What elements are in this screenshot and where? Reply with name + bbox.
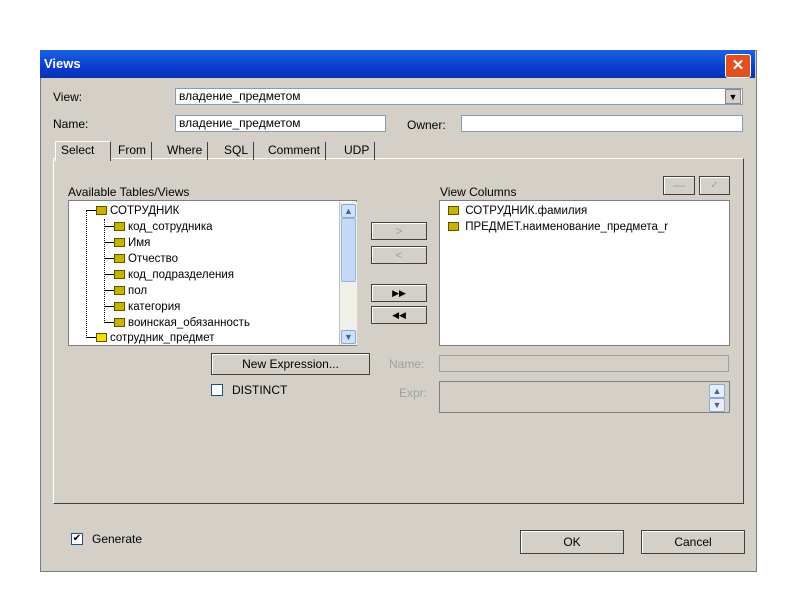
close-icon: ✕ (731, 57, 745, 74)
column-icon (114, 318, 125, 328)
name-field-value: владение_предметом (179, 116, 301, 130)
scroll-down-icon[interactable]: ▼ (709, 398, 725, 412)
expr-name-label: Name: (389, 357, 425, 371)
dialog-title: Views (44, 56, 81, 71)
column-icon (114, 286, 125, 296)
add-all-button[interactable]: ▶▶ (371, 284, 427, 302)
generate-checkbox[interactable]: ✔ (71, 533, 83, 545)
view-select[interactable]: владение_предметом (175, 88, 743, 105)
table-icon (96, 333, 107, 343)
available-tables-tree[interactable]: СОТРУДНИК код_сотрудника Имя Отчество ко… (68, 200, 357, 346)
tree-line (86, 210, 88, 338)
tree-item-field[interactable]: пол (104, 283, 147, 299)
tree-item-field[interactable]: воинская_обязанность (104, 315, 250, 331)
view-select-value: владение_предметом (179, 89, 301, 103)
list-item[interactable]: СОТРУДНИК.фамилия (448, 203, 587, 219)
owner-field[interactable] (461, 115, 743, 132)
tree-item-field[interactable]: Имя (104, 235, 150, 251)
expr-name-field[interactable] (439, 355, 729, 372)
close-button[interactable]: ✕ (725, 54, 751, 78)
tree-item-sotrudnik[interactable]: СОТРУДНИК (86, 203, 179, 219)
chevron-down-icon[interactable]: ▼ (725, 89, 741, 104)
move-down-button[interactable]: ✓ (699, 176, 730, 195)
tab-udp[interactable]: UDP (339, 142, 376, 160)
distinct-checkbox[interactable] (211, 384, 223, 396)
name-field[interactable]: владение_предметом (175, 115, 386, 132)
expr-label: Expr: (399, 386, 428, 400)
tree-item-field[interactable]: Отчество (104, 251, 178, 267)
column-icon (448, 222, 459, 232)
available-scrollbar[interactable]: ▲ ▼ (339, 202, 357, 345)
tab-from[interactable]: From (113, 142, 152, 160)
column-icon (448, 206, 459, 216)
tree-item-field[interactable]: категория (104, 299, 180, 315)
distinct-label: DISTINCT (232, 383, 288, 397)
check-icon: ✔ (72, 533, 82, 544)
list-item[interactable]: ПРЕДМЕТ.наименование_предмета_r (448, 219, 668, 235)
scroll-down-icon[interactable]: ▼ (341, 330, 356, 344)
title-bar[interactable] (40, 50, 755, 78)
tab-where[interactable]: Where (162, 142, 209, 160)
column-icon (114, 302, 125, 312)
add-column-button[interactable]: > (371, 222, 427, 240)
scroll-up-icon[interactable]: ▲ (341, 204, 356, 218)
view-columns-label: View Columns (440, 185, 517, 199)
table-icon (96, 206, 107, 216)
available-tables-label: Available Tables/Views (68, 185, 190, 199)
scroll-up-icon[interactable]: ▲ (709, 384, 725, 398)
column-icon (114, 270, 125, 280)
tree-item-field[interactable]: код_сотрудника (104, 219, 213, 235)
column-icon (114, 238, 125, 248)
ok-button[interactable]: OK (520, 530, 624, 554)
scroll-thumb[interactable] (341, 218, 356, 282)
name-label: Name: (53, 117, 89, 131)
tree-item-sotrudnik-predmet[interactable]: сотрудник_предмет (86, 330, 215, 346)
view-label: View: (53, 90, 83, 104)
remove-all-button[interactable]: ◀◀ (371, 306, 427, 324)
column-icon (114, 222, 125, 232)
tab-sql[interactable]: SQL (219, 142, 255, 160)
view-columns-list[interactable]: СОТРУДНИК.фамилия ПРЕДМЕТ.наименование_п… (439, 200, 730, 346)
owner-label: Owner: (407, 118, 446, 132)
move-up-button[interactable]: — (663, 176, 695, 195)
column-icon (114, 254, 125, 264)
remove-column-button[interactable]: < (371, 246, 427, 264)
tree-item-field[interactable]: код_подразделения (104, 267, 234, 283)
tab-select[interactable]: Select (55, 141, 111, 161)
cancel-button[interactable]: Cancel (641, 530, 745, 554)
tab-comment[interactable]: Comment (263, 142, 327, 160)
new-expression-button[interactable]: New Expression... (211, 353, 370, 375)
expr-field[interactable]: ▲ ▼ (439, 381, 730, 413)
generate-label: Generate (92, 532, 143, 546)
